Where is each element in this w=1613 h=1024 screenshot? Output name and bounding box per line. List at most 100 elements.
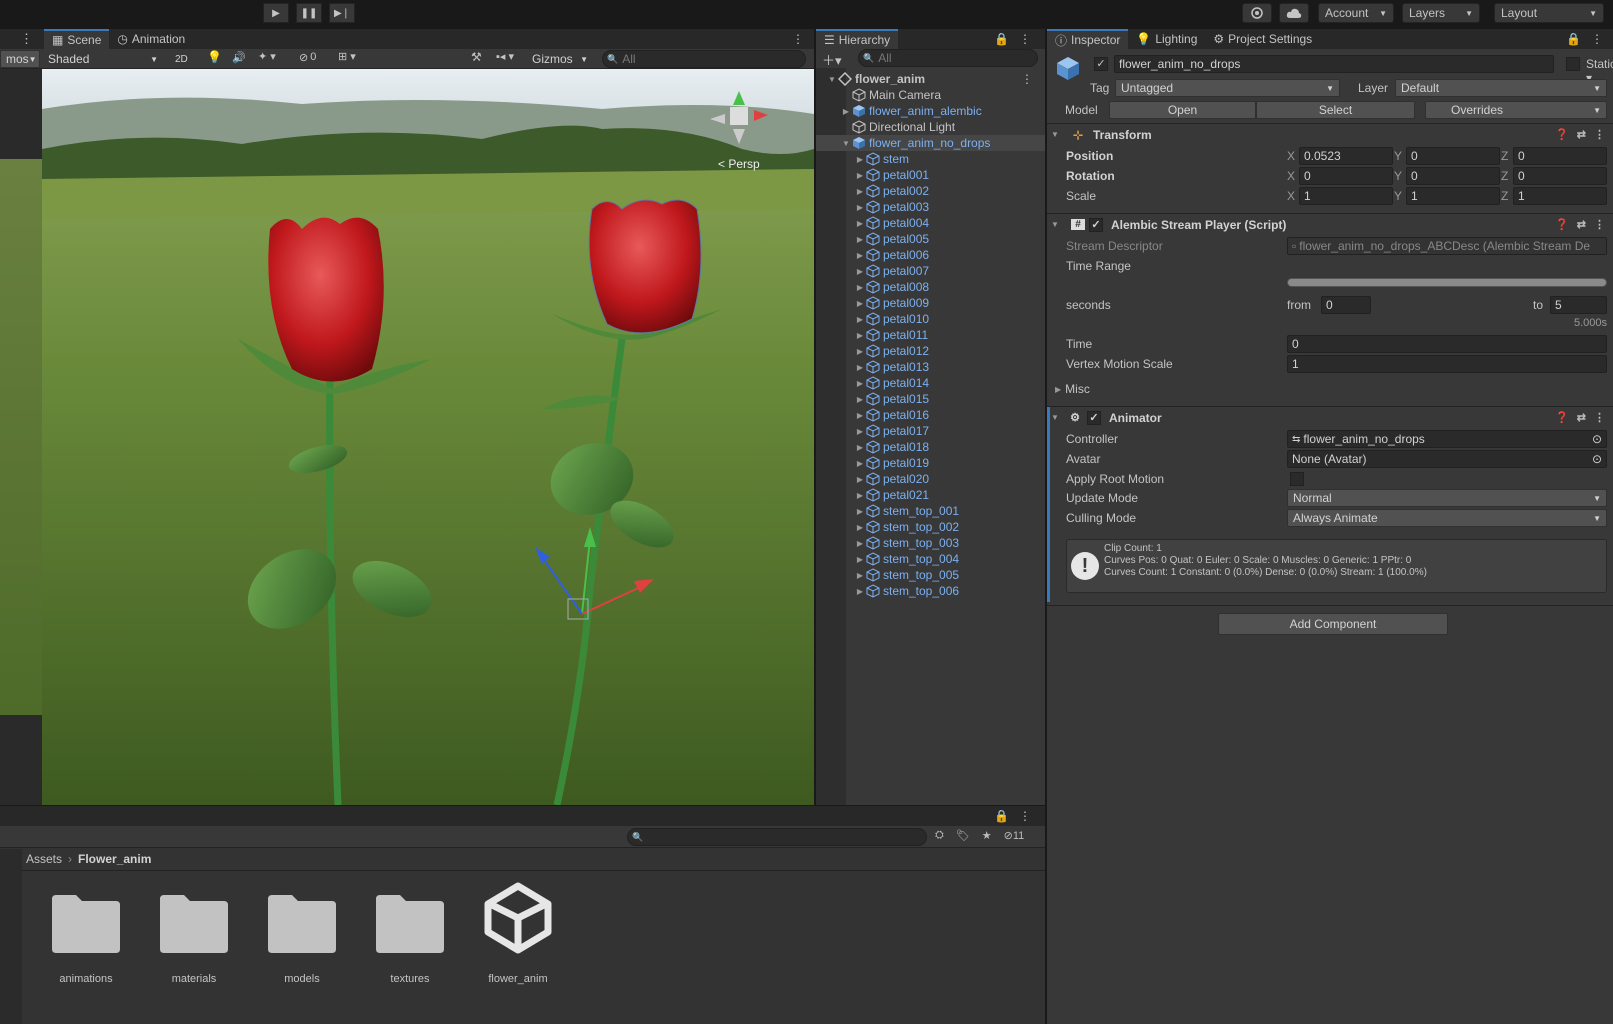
hierarchy-item[interactable]: ▶ petal019: [816, 455, 1045, 471]
hierarchy-item[interactable]: ▶ petal007: [816, 263, 1045, 279]
hierarchy-item[interactable]: ▶ petal013: [816, 359, 1045, 375]
tab-lighting[interactable]: 💡 Lighting: [1128, 29, 1205, 49]
help-icon[interactable]: ❓: [1555, 411, 1569, 424]
hierarchy-item[interactable]: ▶ stem_top_003: [816, 535, 1045, 551]
tag-dropdown[interactable]: Untagged ▼: [1115, 79, 1340, 97]
overrides-dropdown[interactable]: Overrides ▼: [1425, 101, 1607, 119]
rotation-y-field[interactable]: 0: [1406, 167, 1500, 185]
object-name-field[interactable]: flower_anim_no_drops: [1114, 55, 1554, 73]
foldout-collapsed-icon[interactable]: ▶: [854, 427, 866, 436]
hierarchy-item[interactable]: ▶ petal006: [816, 247, 1045, 263]
hierarchy-item[interactable]: ▶ petal012: [816, 343, 1045, 359]
foldout-collapsed-icon[interactable]: ▶: [854, 571, 866, 580]
component-enabled-checkbox[interactable]: ✓: [1089, 217, 1103, 232]
hierarchy-item[interactable]: ▶ petal008: [816, 279, 1045, 295]
effects-toggle-icon[interactable]: ✦ ▾: [258, 50, 276, 63]
perspective-label[interactable]: < Persp: [718, 157, 760, 171]
foldout-collapsed-icon[interactable]: ▶: [854, 155, 866, 164]
foldout-collapsed-icon[interactable]: ▶: [854, 203, 866, 212]
from-field[interactable]: 0: [1321, 296, 1371, 314]
foldout-expanded-icon[interactable]: ▼: [826, 75, 838, 84]
hierarchy-item[interactable]: ▼ flower_anim_no_drops: [816, 135, 1045, 151]
foldout-collapsed-icon[interactable]: ▶: [854, 171, 866, 180]
position-y-axis-label[interactable]: Y: [1394, 147, 1402, 165]
foldout-collapsed-icon[interactable]: ▶: [854, 411, 866, 420]
foldout-collapsed-icon[interactable]: ▶: [854, 251, 866, 260]
lock-icon[interactable]: 🔒: [994, 809, 1009, 823]
hierarchy-item[interactable]: ▶ petal015: [816, 391, 1045, 407]
hierarchy-item[interactable]: ▶ petal018: [816, 439, 1045, 455]
lighting-toggle-icon[interactable]: 💡: [207, 50, 222, 64]
scale-y-axis-label[interactable]: Y: [1394, 187, 1402, 205]
foldout-collapsed-icon[interactable]: ▶: [854, 219, 866, 228]
gizmos-dropdown[interactable]: Gizmos ▼: [527, 50, 593, 68]
breadcrumb-assets[interactable]: Assets: [26, 852, 62, 866]
alembic-header[interactable]: ▼ # ✓ Alembic Stream Player (Script) ❓ ⇄ ⋮: [1047, 213, 1613, 235]
hierarchy-item[interactable]: ▶ petal011: [816, 327, 1045, 343]
hierarchy-search-input[interactable]: 🔍 All: [858, 49, 1038, 67]
foldout-collapsed-icon[interactable]: ▶: [854, 555, 866, 564]
hierarchy-item[interactable]: ▶ petal001: [816, 167, 1045, 183]
scene-search-input[interactable]: 🔍 All: [602, 50, 806, 68]
hidden-packages-toggle[interactable]: ⊘11: [1004, 829, 1025, 842]
foldout-collapsed-icon[interactable]: ▶: [840, 107, 852, 116]
foldout-collapsed-icon[interactable]: ▶: [854, 363, 866, 372]
foldout-collapsed-icon[interactable]: ▶: [854, 347, 866, 356]
tab-scene[interactable]: ▦ Scene: [44, 29, 110, 49]
add-component-button[interactable]: Add Component: [1218, 613, 1448, 635]
avatar-field[interactable]: None (Avatar) ⊙: [1287, 450, 1607, 468]
scale-y-field[interactable]: 1: [1406, 187, 1500, 205]
rotation-y-axis-label[interactable]: Y: [1394, 167, 1402, 185]
static-checkbox[interactable]: [1566, 57, 1580, 71]
foldout-collapsed-icon[interactable]: ▶: [854, 315, 866, 324]
presets-icon[interactable]: ⇄: [1577, 411, 1586, 424]
cloud-button[interactable]: [1279, 3, 1309, 23]
transform-header[interactable]: ▼ ⊹ Transform ❓ ⇄ ⋮: [1047, 123, 1613, 145]
rotation-x-axis-label[interactable]: X: [1287, 167, 1295, 185]
scale-z-field[interactable]: 1: [1513, 187, 1607, 205]
scale-x-axis-label[interactable]: X: [1287, 187, 1295, 205]
hierarchy-item[interactable]: ▶ stem_top_005: [816, 567, 1045, 583]
foldout-collapsed-icon[interactable]: ▶: [854, 331, 866, 340]
kebab-menu-icon[interactable]: ⋮: [1591, 32, 1603, 46]
camera-icon[interactable]: ▪◂ ▾: [496, 50, 514, 63]
object-picker-icon[interactable]: ⊙: [1592, 452, 1602, 466]
grid-toggle-icon[interactable]: ⊞ ▾: [338, 50, 356, 63]
hierarchy-item[interactable]: ▶ petal016: [816, 407, 1045, 423]
animator-header[interactable]: ▼ ⚙ ✓ Animator ❓ ⇄ ⋮: [1047, 406, 1613, 428]
step-button[interactable]: ▶❘: [329, 3, 355, 23]
filter-by-type-icon[interactable]: ⛭: [935, 829, 944, 842]
hierarchy-item[interactable]: ▶ petal020: [816, 471, 1045, 487]
hierarchy-item[interactable]: ▶ petal017: [816, 423, 1045, 439]
left-panel-menu-icon[interactable]: ⋮: [20, 31, 33, 47]
kebab-menu-icon[interactable]: ⋮: [1021, 72, 1045, 86]
foldout-collapsed-icon[interactable]: ▶: [854, 299, 866, 308]
rotation-z-field[interactable]: 0: [1513, 167, 1607, 185]
foldout-collapsed-icon[interactable]: ▶: [854, 523, 866, 532]
foldout-collapsed-icon[interactable]: ▶: [854, 459, 866, 468]
tab-animation[interactable]: ◷ Animation: [109, 29, 193, 49]
layer-dropdown[interactable]: Default ▼: [1395, 79, 1607, 97]
hierarchy-item[interactable]: ▶ petal010: [816, 311, 1045, 327]
position-z-axis-label[interactable]: Z: [1501, 147, 1508, 165]
favorites-star-icon[interactable]: ★: [982, 829, 992, 842]
lock-icon[interactable]: 🔒: [1566, 32, 1581, 46]
scene-viewport[interactable]: < Persp: [42, 69, 814, 805]
presets-icon[interactable]: ⇄: [1577, 128, 1586, 141]
position-z-field[interactable]: 0: [1513, 147, 1607, 165]
shading-mode-dropdown[interactable]: Shaded ▼: [43, 50, 163, 68]
presets-icon[interactable]: ⇄: [1577, 218, 1586, 231]
foldout-collapsed-icon[interactable]: ▶: [854, 539, 866, 548]
tab-hierarchy[interactable]: ☰ Hierarchy: [816, 29, 899, 49]
select-model-button[interactable]: Select: [1256, 101, 1415, 119]
hierarchy-item[interactable]: ▶ stem_top_001: [816, 503, 1045, 519]
hierarchy-item[interactable]: ▶ petal002: [816, 183, 1045, 199]
controller-field[interactable]: ⇆ flower_anim_no_drops ⊙: [1287, 430, 1607, 448]
audio-toggle-icon[interactable]: 🔊: [232, 51, 246, 64]
hierarchy-item[interactable]: ▶ flower_anim_alembic: [816, 103, 1045, 119]
scale-x-field[interactable]: 1: [1299, 187, 1393, 205]
foldout-collapsed-icon[interactable]: ▶: [854, 267, 866, 276]
hierarchy-item[interactable]: ▶ petal014: [816, 375, 1045, 391]
misc-foldout[interactable]: ▶ Misc: [1055, 380, 1090, 398]
rotation-x-field[interactable]: 0: [1299, 167, 1393, 185]
